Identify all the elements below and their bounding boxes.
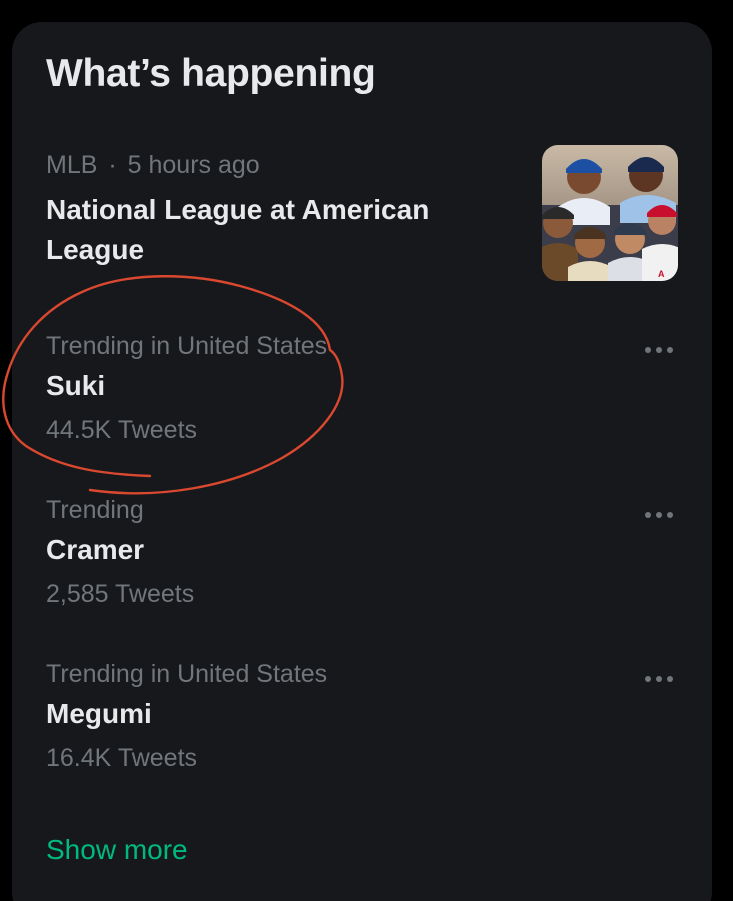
trend-context: Trending in United States	[46, 332, 328, 360]
trend-context: Trending	[46, 496, 144, 524]
trend-name: Megumi	[46, 698, 152, 729]
trend-name: Suki	[46, 370, 106, 401]
more-horizontal-icon	[645, 676, 673, 682]
trend-item[interactable]: Trending in United States Megumi 16.4K T…	[0, 646, 733, 796]
trend-more-button[interactable]	[638, 667, 680, 691]
featured-time: 5 hours ago	[127, 151, 260, 179]
featured-meta: MLB · 5 hours ago	[46, 149, 260, 181]
featured-thumbnail: A	[542, 145, 678, 281]
trend-context: Trending in United States	[46, 660, 328, 688]
featured-title: National League at American League	[46, 194, 430, 265]
trend-item[interactable]: Trending in United States Suki 44.5K Twe…	[0, 318, 733, 468]
trend-count: 2,585 Tweets	[46, 580, 195, 608]
show-more-link[interactable]: Show more	[46, 832, 188, 868]
featured-source: MLB	[46, 151, 98, 179]
featured-event[interactable]: MLB · 5 hours ago National League at Ame…	[0, 0, 733, 300]
meta-separator: ·	[108, 151, 117, 179]
trend-more-button[interactable]	[638, 503, 680, 527]
more-horizontal-icon	[645, 512, 673, 518]
trend-more-button[interactable]	[638, 338, 680, 362]
trend-count: 44.5K Tweets	[46, 416, 198, 444]
svg-text:A: A	[658, 269, 665, 279]
more-horizontal-icon	[645, 347, 673, 353]
trend-item[interactable]: Trending Cramer 2,585 Tweets	[0, 482, 733, 632]
trend-count: 16.4K Tweets	[46, 744, 198, 772]
trend-name: Cramer	[46, 534, 145, 565]
baseball-players-collage-image: A	[542, 145, 678, 281]
